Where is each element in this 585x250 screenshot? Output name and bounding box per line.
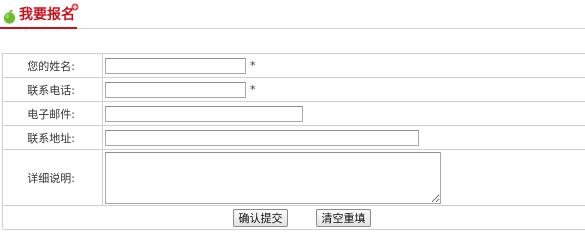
email-input[interactable] [105,106,303,122]
page-title: 我要报名 [19,7,75,23]
address-input[interactable] [105,130,419,146]
form-row-phone: 联系电话: * [3,78,585,102]
form-row-details: 详细说明: [3,150,585,206]
email-label: 电子邮件: [3,102,103,125]
name-required-mark: * [250,59,256,72]
title-divider [77,28,585,29]
phone-required-mark: * [250,83,256,96]
reset-button[interactable]: 清空重填 [316,209,371,227]
apple-icon [3,9,16,24]
name-input[interactable] [105,58,246,74]
phone-input[interactable] [105,82,246,98]
signup-form: 您的姓名: * 联系电话: * 电子邮件: 联系地址: 详细说明: 确认提交 清… [2,53,585,230]
plus-badge-icon [71,3,79,11]
form-row-name: 您的姓名: * [3,54,585,78]
title-underline-accent [0,27,77,29]
details-textarea[interactable] [105,152,441,204]
address-label: 联系地址: [3,126,103,149]
phone-label: 联系电话: [3,78,103,101]
signup-page: 我要报名 您的姓名: * 联系电话: * 电子邮件: 联系地址: 详细说明: 确… [0,0,585,250]
form-row-email: 电子邮件: [3,102,585,126]
submit-button[interactable]: 确认提交 [233,209,288,227]
form-row-address: 联系地址: [3,126,585,150]
form-row-actions: 确认提交 清空重填 [3,206,585,230]
name-label: 您的姓名: [3,54,103,77]
details-label: 详细说明: [3,150,103,205]
section-header: 我要报名 [0,0,585,30]
